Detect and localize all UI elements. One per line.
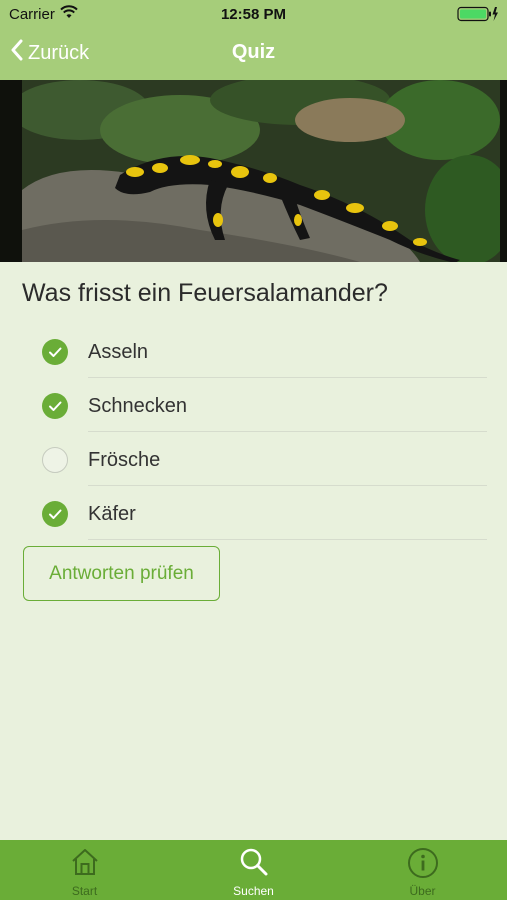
- tab-label: Start: [71, 884, 98, 898]
- checkmark-icon: [42, 339, 68, 365]
- answer-label: Frösche: [88, 449, 161, 471]
- tab-label: Über: [409, 884, 436, 898]
- status-time: 12:58 PM: [220, 6, 287, 23]
- checkmark-icon: [42, 501, 68, 527]
- answer-list: Asseln Schnecken Frösche Käfer: [0, 324, 507, 540]
- search-icon: [169, 847, 338, 879]
- navigation-bar: Zurück Quiz: [0, 28, 507, 80]
- answer-label: Käfer: [88, 503, 136, 525]
- tab-bar: Start Suchen Über: [0, 840, 507, 900]
- answer-option-kaefer[interactable]: Käfer: [0, 486, 507, 540]
- quiz-question: Was frisst ein Feuersalamander?: [22, 279, 388, 307]
- header: Carrier 12:58 PM Zurück Quiz: [0, 0, 507, 80]
- battery-icon: [457, 6, 499, 26]
- status-bar: Carrier 12:58 PM: [0, 0, 507, 28]
- answer-option-asseln[interactable]: Asseln: [0, 324, 507, 378]
- checkmark-icon: [42, 393, 68, 419]
- answer-label: Asseln: [88, 341, 149, 363]
- answer-option-froesche[interactable]: Frösche: [0, 432, 507, 486]
- check-answers-button[interactable]: Antworten prüfen: [23, 546, 220, 601]
- empty-circle-icon: [42, 447, 68, 473]
- tab-suchen[interactable]: Suchen: [169, 840, 338, 900]
- tab-ueber[interactable]: Über: [338, 840, 507, 900]
- tab-label: Suchen: [233, 884, 274, 898]
- page-title: Quiz: [231, 41, 276, 63]
- answer-label: Schnecken: [88, 395, 187, 417]
- salamander-photo: [0, 80, 507, 262]
- answer-option-schnecken[interactable]: Schnecken: [0, 378, 507, 432]
- home-icon: [0, 847, 169, 879]
- tab-start[interactable]: Start: [0, 840, 169, 900]
- divider: [88, 539, 487, 540]
- info-icon: [338, 847, 507, 879]
